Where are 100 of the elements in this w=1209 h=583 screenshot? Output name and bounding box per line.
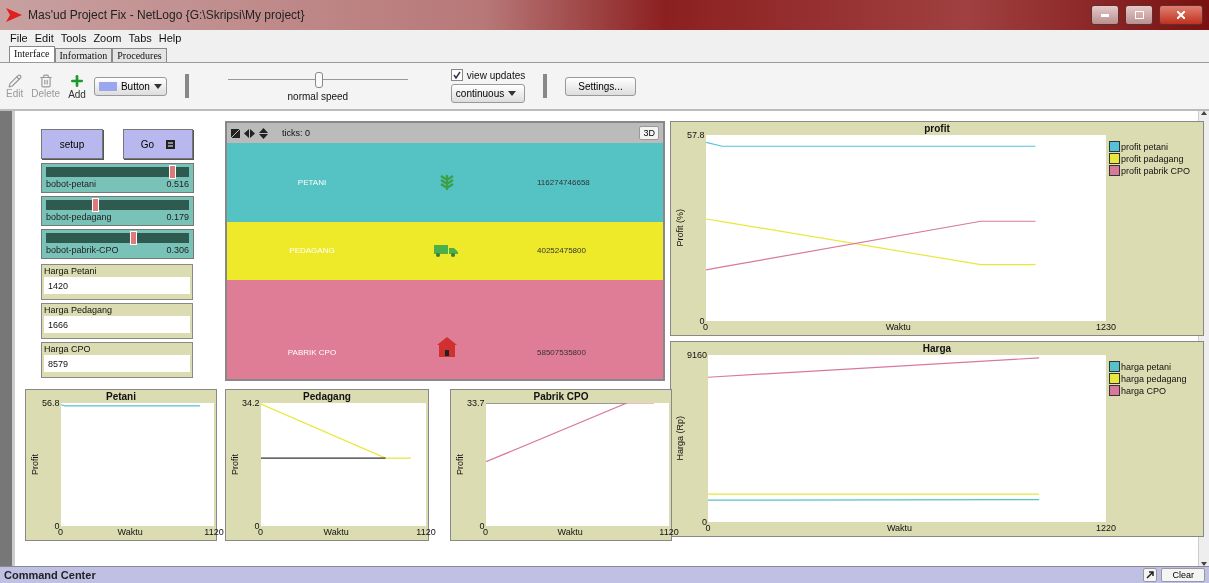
axis-tick-label: 1220 <box>1096 523 1116 533</box>
turtle-value: 58507535800 <box>537 348 586 357</box>
slider-value: 0.179 <box>166 212 189 222</box>
check-icon <box>452 71 461 79</box>
turtle-label: PETANI <box>296 177 328 187</box>
legend-label: profit padagang <box>1121 153 1184 164</box>
expand-arrow-icon <box>1146 571 1155 579</box>
axis-tick-label: 0 <box>483 527 489 537</box>
model-button[interactable]: Go <box>123 129 193 159</box>
axis-tick-label: 57.8 <box>687 130 705 140</box>
house-icon <box>437 337 457 357</box>
slider-label: bobot-petani <box>46 179 97 189</box>
legend-label: profit pabrik CPO <box>1121 165 1191 176</box>
slider-value: 0.516 <box>166 179 189 189</box>
axis-tick-label: 1120 <box>659 527 679 537</box>
plot-title: profit <box>924 122 950 135</box>
legend-label: harga CPO <box>1121 385 1167 396</box>
checkbox-label: view updates <box>466 69 526 81</box>
menu-item[interactable]: File <box>10 31 28 44</box>
axis-label: Profit <box>455 454 465 475</box>
close-button[interactable] <box>1159 5 1203 25</box>
axis-tick-label: 33.7 <box>467 398 485 408</box>
forever-icon <box>166 139 176 149</box>
axis-tick-label: 9160 <box>687 350 708 360</box>
up-down-arrow-icon <box>259 127 268 139</box>
slider-widget[interactable]: bobot-pedagang 0.179 <box>41 196 194 226</box>
slider-value: 0.306 <box>166 245 189 255</box>
axis-label: Waktu <box>886 523 913 533</box>
monitor-value: 1420 <box>44 277 190 294</box>
turtle-label: PABRIK CPO <box>286 348 338 357</box>
axis-label: Profit (%) <box>675 209 685 247</box>
minimize-icon <box>1101 13 1109 17</box>
axis-label: Waktu <box>117 527 143 537</box>
plot-title: Harga <box>922 342 952 355</box>
leaf-icon <box>439 173 455 192</box>
view-updates-checkbox[interactable] <box>450 69 463 81</box>
maximize-icon <box>1134 11 1144 19</box>
app-logo-icon <box>6 8 22 22</box>
menu-item[interactable]: Tabs <box>128 31 152 44</box>
axis-tick-label: 0 <box>258 527 264 537</box>
axis-tick-label: 56.8 <box>42 398 60 408</box>
legend-label: profit petani <box>1121 141 1169 152</box>
tab[interactable]: Information <box>54 48 113 62</box>
axis-tick-label: 1120 <box>204 527 224 537</box>
axis-label: Waktu <box>885 322 911 332</box>
window-title: Mas'ud Project Fix - NetLogo {G:\Skripsi\My project} <box>28 8 305 22</box>
plot-title: Petani <box>106 390 136 403</box>
update-mode-dropdown[interactable]: continuous <box>450 84 526 103</box>
axis-tick-label: 0 <box>58 527 64 537</box>
toolbar-button[interactable]: Add <box>68 72 86 100</box>
slider-thumb[interactable] <box>314 72 323 88</box>
plot-title: Pedagang <box>303 390 351 403</box>
slider-label: bobot-pabrik-CPO <box>46 245 119 255</box>
widget-type-dropdown[interactable]: Button <box>93 76 167 96</box>
panel-title: Command Center <box>4 569 96 581</box>
slider-widget[interactable]: bobot-petani 0.516 <box>41 163 194 193</box>
legend-label: harga petani <box>1121 361 1172 372</box>
monitor-value: 1666 <box>44 316 190 333</box>
legend-label: harga pedagang <box>1121 373 1187 384</box>
tab[interactable]: Interface <box>9 46 55 62</box>
trash-icon <box>38 73 53 88</box>
menu-item[interactable]: Edit <box>34 31 54 44</box>
menu-item[interactable]: Help <box>158 31 182 44</box>
turtle-label: PEDAGANG <box>288 246 336 256</box>
diagonal-square-icon <box>231 128 240 138</box>
clear-button[interactable]: Clear <box>1161 568 1205 582</box>
axis-label: Profit <box>30 454 40 475</box>
monitor-label: Harga Petani <box>44 266 98 276</box>
maximize-button[interactable] <box>1125 5 1153 25</box>
button-widget-icon <box>98 81 117 91</box>
truck-icon <box>434 244 460 257</box>
monitor-value: 8579 <box>44 355 190 372</box>
monitor-label: Harga CPO <box>44 344 92 354</box>
plus-icon <box>69 72 86 89</box>
settings-button[interactable]: Settings... <box>565 76 636 96</box>
3d-button[interactable]: 3D <box>639 126 659 140</box>
slider-label: bobot-pedagang <box>46 212 112 222</box>
left-right-arrow-icon <box>244 128 255 138</box>
axis-label: Waktu <box>323 527 349 537</box>
menu-item[interactable]: Zoom <box>93 31 122 44</box>
axis-label: Harga (Rp) <box>675 416 685 461</box>
menu-item[interactable]: Tools <box>60 31 87 44</box>
axis-label: Profit <box>230 454 240 475</box>
axis-tick-label: 0 <box>703 322 709 332</box>
pencil-icon <box>7 73 22 88</box>
caret-icon <box>508 91 517 96</box>
turtle-value: 116274746658 <box>537 177 590 187</box>
ticks-label: ticks: 0 <box>282 128 311 138</box>
monitor-label: Harga Pedagang <box>44 305 114 315</box>
turtle-value: 40252475800 <box>537 246 586 256</box>
expand-button[interactable] <box>1143 568 1158 582</box>
tab[interactable]: Procedures <box>112 48 167 62</box>
slider-widget[interactable]: bobot-pabrik-CPO 0.306 <box>41 229 194 259</box>
model-button[interactable]: setup <box>41 129 103 159</box>
close-icon <box>1177 11 1185 19</box>
minimize-button[interactable] <box>1091 5 1119 25</box>
plot-title: Pabrik CPO <box>533 390 589 403</box>
speed-label: normal speed <box>287 91 349 102</box>
caret-icon <box>153 83 162 89</box>
scrollbar[interactable] <box>1198 111 1209 566</box>
